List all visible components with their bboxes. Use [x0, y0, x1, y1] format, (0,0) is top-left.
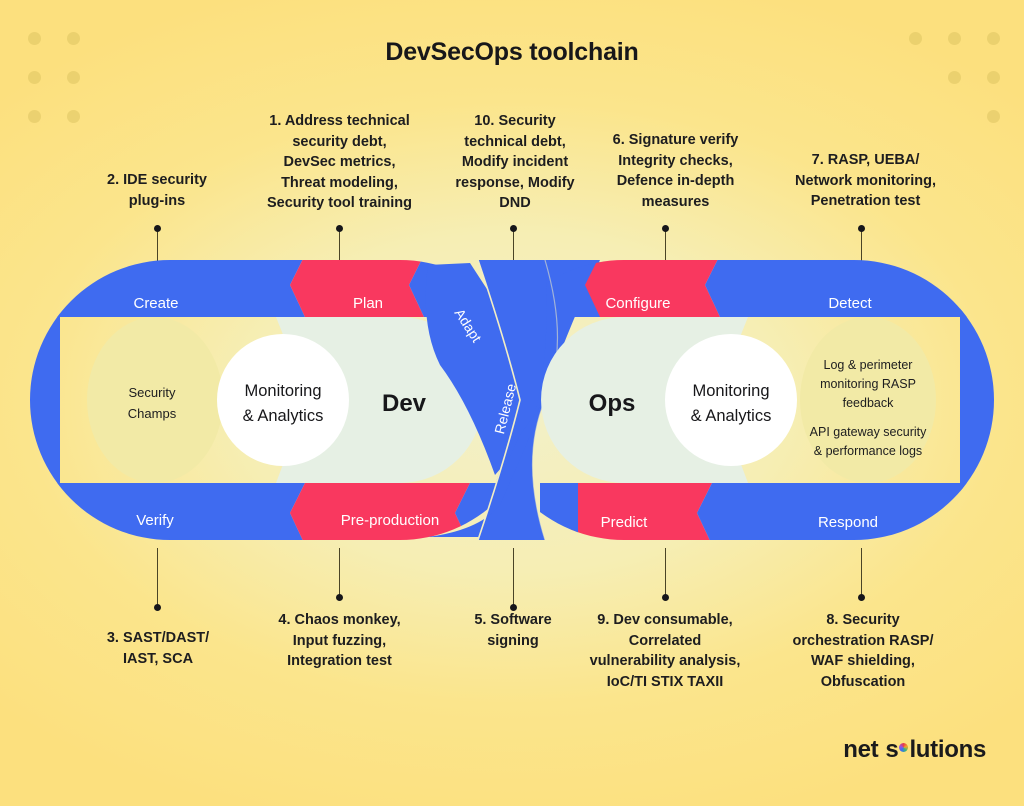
leader-line-callout-4 — [336, 548, 343, 601]
callout-line: Defence in-depth — [616, 173, 735, 190]
logo-word-net: net — [843, 736, 879, 763]
callout-line: signing — [487, 632, 539, 649]
callout-line: Threat modeling, — [281, 174, 398, 191]
dev-monitoring-circle — [217, 334, 349, 466]
decorative-dot — [987, 110, 1000, 123]
callout-8-security-orchestration: 8. Security orchestration RASP/ WAF shie… — [768, 610, 958, 692]
label-ops-note-b1: API gateway security — [810, 425, 927, 439]
callout-line: Penetration test — [810, 193, 921, 210]
label-ops-monitoring-line1: Monitoring — [692, 382, 769, 400]
callout-line: DevSec metrics, — [283, 154, 396, 171]
callout-line: 5. Software — [474, 612, 552, 628]
segment-bottom-left-fill-ops — [540, 483, 578, 540]
label-security-champs-line2: Champs — [128, 406, 177, 421]
callout-line: 1. Address technical — [269, 113, 410, 129]
leader-line-callout-3 — [154, 548, 161, 611]
callout-2-ide-security: 2. IDE security plug-ins — [72, 170, 242, 211]
callout-9-dev-consumable: 9. Dev consumable, Correlated vulnerabil… — [570, 610, 760, 692]
label-ops-monitoring-line2: & Analytics — [691, 407, 772, 425]
callout-line: DND — [499, 195, 531, 212]
page-title: DevSecOps toolchain — [385, 38, 639, 66]
callout-4-chaos-monkey: 4. Chaos monkey, Input fuzzing, Integrat… — [252, 610, 427, 672]
decorative-dot — [67, 110, 80, 123]
callout-line: 6. Signature verify — [612, 132, 739, 148]
callout-line: Correlated — [628, 632, 702, 649]
callout-6-signature-verify: 6. Signature verify Integrity checks, De… — [594, 130, 757, 212]
logo-word-solutions-pre: s — [885, 736, 899, 763]
decorative-dot-blank — [909, 71, 922, 84]
callout-line: response, Modify — [455, 174, 575, 191]
callout-line: vulnerability analysis, — [589, 653, 741, 670]
callout-10-security-technical-debt: 10. Security technical debt, Modify inci… — [440, 111, 590, 214]
callout-line: Security tool training — [266, 195, 412, 212]
segment-left-arc — [30, 260, 60, 540]
label-dev: Dev — [382, 390, 427, 417]
label-ops: Ops — [589, 390, 636, 417]
callout-line: 10. Security — [474, 113, 556, 129]
callout-line: 8. Security — [826, 612, 900, 628]
callout-7-rasp-ueba: 7. RASP, UEBA/ Network monitoring, Penet… — [778, 150, 953, 212]
ops-monitoring-circle — [665, 334, 797, 466]
callout-line: WAF shielding, — [811, 653, 915, 670]
leader-line-callout-8 — [858, 548, 865, 601]
callout-line: measures — [641, 193, 710, 210]
callout-line: technical debt, — [464, 133, 566, 150]
label-verify: Verify — [136, 512, 174, 529]
label-respond: Respond — [818, 514, 878, 531]
label-configure: Configure — [605, 295, 670, 312]
leader-line-callout-9 — [662, 548, 669, 601]
callout-line: 4. Chaos monkey, — [278, 612, 401, 628]
callout-line: Obfuscation — [820, 673, 906, 690]
decorative-dot — [67, 71, 80, 84]
label-create: Create — [133, 295, 178, 312]
callout-line: security debt, — [292, 133, 387, 150]
callout-line: Modify incident — [461, 154, 569, 171]
callout-line: Input fuzzing, — [292, 632, 387, 649]
callout-line: orchestration RASP/ — [792, 632, 934, 649]
label-dev-monitoring-line2: & Analytics — [243, 407, 324, 425]
rainbow-dot-icon — [899, 743, 909, 752]
label-ops-note-a1: Log & perimeter — [824, 358, 913, 372]
decorative-dot — [28, 71, 41, 84]
callout-1-address-technical-debt: 1. Address technical security debt, DevS… — [242, 111, 437, 214]
brand-logo: net s lutions — [843, 736, 986, 764]
label-security-champs-line1: Security — [129, 385, 176, 400]
segment-right-arc — [960, 260, 994, 540]
callout-line: plug-ins — [128, 192, 186, 209]
decorative-dot — [987, 71, 1000, 84]
diagram-canvas: DevSecOps toolchain 2. IDE security plug… — [0, 0, 1024, 806]
label-dev-monitoring-line1: Monitoring — [244, 382, 321, 400]
callout-line: Integrity checks, — [618, 152, 733, 169]
logo-word-solutions-post: lutions — [909, 736, 986, 763]
decorative-dot-blank — [909, 110, 922, 123]
label-ops-note-a2: monitoring RASP — [820, 377, 916, 391]
callout-line: 3. SAST/DAST/ — [106, 630, 210, 646]
security-champs-circle — [87, 317, 223, 483]
decorative-dot — [28, 110, 41, 123]
label-pre-production: Pre-production — [341, 512, 439, 529]
callout-line: Network monitoring, — [795, 172, 936, 189]
label-detect: Detect — [828, 295, 872, 312]
label-plan: Plan — [353, 295, 383, 312]
callout-3-sast-dast: 3. SAST/DAST/ IAST, SCA — [78, 628, 238, 669]
label-ops-note-a3: feedback — [843, 396, 894, 410]
decorative-dot — [948, 71, 961, 84]
callout-line: 9. Dev consumable, — [597, 612, 733, 628]
leader-line-callout-5 — [510, 548, 517, 611]
label-predict: Predict — [601, 514, 649, 531]
decorative-dot-blank — [948, 110, 961, 123]
callout-line: IoC/TI STIX TAXII — [606, 673, 724, 690]
devsecops-infinity-loop: Create Plan Adapt Verify Pre-production … — [30, 259, 994, 541]
callout-5-software-signing: 5. Software signing — [445, 610, 581, 651]
callout-line: Integration test — [287, 653, 392, 670]
label-ops-note-b2: & performance logs — [814, 444, 922, 458]
callout-line: 7. RASP, UEBA/ — [811, 152, 920, 168]
callout-line: IAST, SCA — [122, 650, 194, 667]
callout-line: 2. IDE security — [107, 172, 207, 188]
